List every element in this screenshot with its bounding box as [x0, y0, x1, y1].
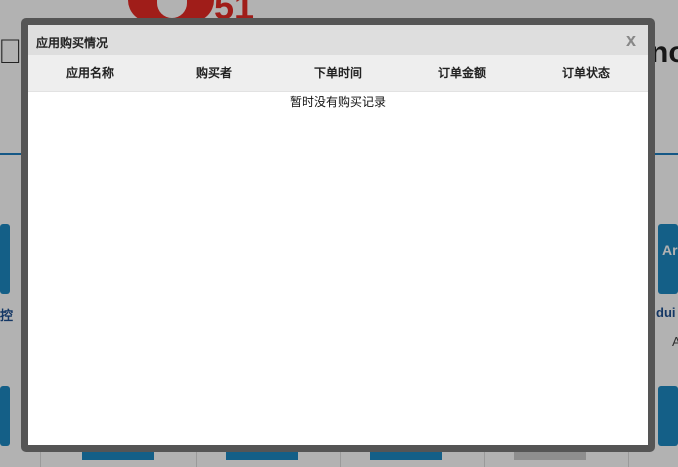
column-header-app-name: 应用名称	[65, 66, 114, 80]
purchase-table-header: 应用名称 购买者 下单时间 订单金额 订单状态	[28, 55, 648, 92]
column-header-order-status: 订单状态	[561, 66, 610, 80]
close-icon[interactable]: x	[626, 29, 636, 51]
purchase-dialog-body: 应用购买情况 x 应用名称 购买者 下单时间 订单金额 订单状态 暂时没有购买记…	[28, 25, 648, 445]
dialog-title: 应用购买情况	[36, 36, 109, 50]
column-header-order-time: 下单时间	[313, 66, 362, 80]
column-header-buyer: 购买者	[195, 66, 232, 80]
purchase-dialog: 应用购买情况 x 应用名称 购买者 下单时间 订单金额 订单状态 暂时没有购买记…	[21, 18, 655, 452]
empty-state-message: 暂时没有购买记录	[289, 95, 386, 109]
column-header-order-amount: 订单金额	[437, 66, 486, 80]
dialog-titlebar: 应用购买情况 x	[28, 25, 648, 55]
